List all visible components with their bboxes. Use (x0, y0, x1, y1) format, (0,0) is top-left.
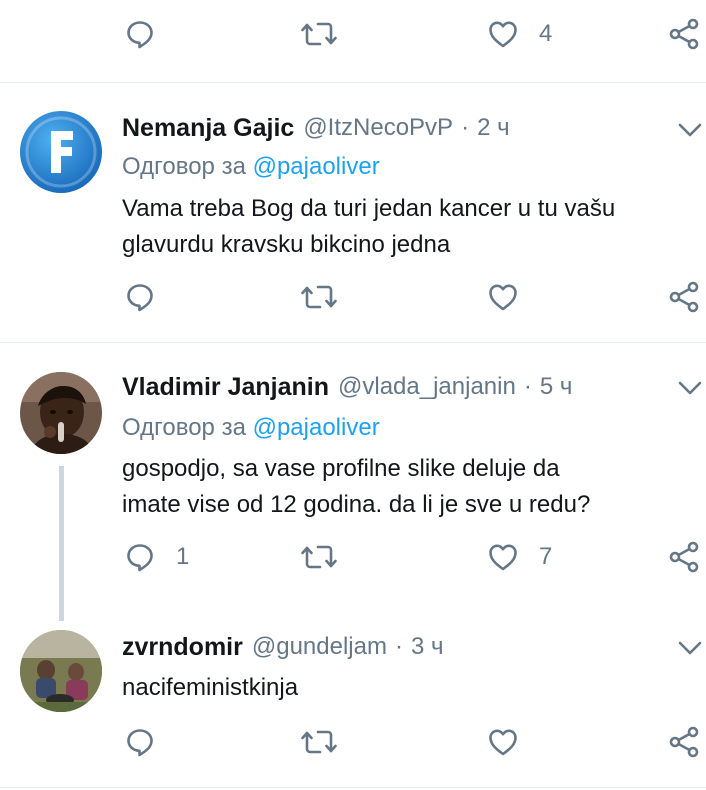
tweet-text-line: Vama treba Bog da turi jedan kancer u tu… (122, 195, 616, 222)
tweet-text: nacifeministkinja (122, 670, 702, 706)
divider (0, 342, 706, 343)
tweet-actions (0, 722, 706, 762)
separator-dot: · (394, 633, 403, 660)
reply-icon (124, 541, 156, 573)
tweet-actions (0, 277, 706, 317)
tweet-header: zvrndomir @gundeljam · 3 ч (122, 629, 444, 665)
chevron-down-icon[interactable] (676, 378, 704, 398)
retweet-button[interactable] (301, 277, 357, 317)
heart-icon (487, 281, 519, 313)
reply-count: 1 (176, 543, 190, 570)
heart-icon (487, 541, 519, 573)
replying-prefix: Одговор за (122, 153, 246, 180)
tweet-text-line: imate vise od 12 godina. da li je sve u … (122, 491, 591, 518)
heart-icon (487, 18, 519, 50)
timestamp[interactable]: 5 ч (540, 373, 573, 401)
like-count: 4 (539, 20, 553, 47)
avatar[interactable] (20, 111, 102, 193)
tweet-text-line: gospodjo, sa vase profilne slike deluje … (122, 455, 560, 482)
reply-button[interactable] (124, 277, 176, 317)
display-name[interactable]: Nemanja Gajic (122, 114, 294, 143)
chevron-down-icon[interactable] (676, 120, 704, 140)
retweet-button[interactable] (301, 722, 357, 762)
chevron-down-icon[interactable] (676, 638, 704, 658)
share-button[interactable] (667, 277, 701, 317)
reply-icon (124, 281, 156, 313)
like-button[interactable]: 4 (487, 14, 552, 54)
retweet-icon (301, 18, 337, 50)
retweet-icon (301, 726, 337, 758)
heart-icon (487, 726, 519, 758)
tweet-header: Vladimir Janjanin @vlada_janjanin · 5 ч (122, 369, 572, 405)
separator-dot: · (523, 373, 532, 400)
timestamp[interactable]: 2 ч (477, 114, 510, 142)
mention-link[interactable]: @pajaoliver (253, 153, 380, 180)
reply-icon (124, 18, 156, 50)
share-icon (667, 280, 701, 314)
tweet-actions: 1 7 (0, 537, 706, 577)
tweet-text-line: nacifeministkinja (122, 674, 299, 701)
like-button[interactable] (487, 277, 539, 317)
share-icon (667, 725, 701, 759)
user-handle[interactable]: @vlada_janjanin (338, 373, 516, 401)
mention-link[interactable]: @pajaoliver (253, 414, 380, 441)
reply-button[interactable]: 1 (124, 537, 189, 577)
display-name[interactable]: zvrndomir (122, 633, 243, 662)
timestamp[interactable]: 3 ч (411, 633, 444, 661)
replying-to: Одговор за @pajaoliver (122, 411, 380, 445)
display-name[interactable]: Vladimir Janjanin (122, 373, 329, 402)
replying-prefix: Одговор за (122, 414, 246, 441)
share-button[interactable] (667, 537, 701, 577)
user-handle[interactable]: @ItzNecoPvP (303, 114, 453, 142)
retweet-button[interactable] (301, 537, 357, 577)
user-handle[interactable]: @gundeljam (252, 633, 387, 661)
share-button[interactable] (667, 14, 701, 54)
replying-to: Одговор за @pajaoliver (122, 150, 380, 184)
reply-icon (124, 726, 156, 758)
retweet-icon (301, 281, 337, 313)
avatar[interactable] (20, 372, 102, 454)
reply-button[interactable] (124, 14, 176, 54)
like-count: 7 (539, 543, 553, 570)
tweet-text-line: glavurdu kravsku bikcino jedna (122, 231, 451, 258)
divider (0, 787, 706, 788)
share-icon (667, 540, 701, 574)
tweet-header: Nemanja Gajic @ItzNecoPvP · 2 ч (122, 110, 510, 146)
share-button[interactable] (667, 722, 701, 762)
reply-button[interactable] (124, 722, 176, 762)
avatar[interactable] (20, 630, 102, 712)
retweet-button[interactable] (301, 14, 357, 54)
separator-dot: · (461, 114, 470, 141)
tweet-text: gospodjo, sa vase profilne slike deluje … (122, 451, 702, 523)
like-button[interactable] (487, 722, 539, 762)
tweet-text: Vama treba Bog da turi jedan kancer u tu… (122, 191, 702, 263)
retweet-icon (301, 541, 337, 573)
divider (0, 82, 706, 83)
tweet-actions: 4 (0, 14, 706, 54)
share-icon (667, 17, 701, 51)
like-button[interactable]: 7 (487, 537, 552, 577)
